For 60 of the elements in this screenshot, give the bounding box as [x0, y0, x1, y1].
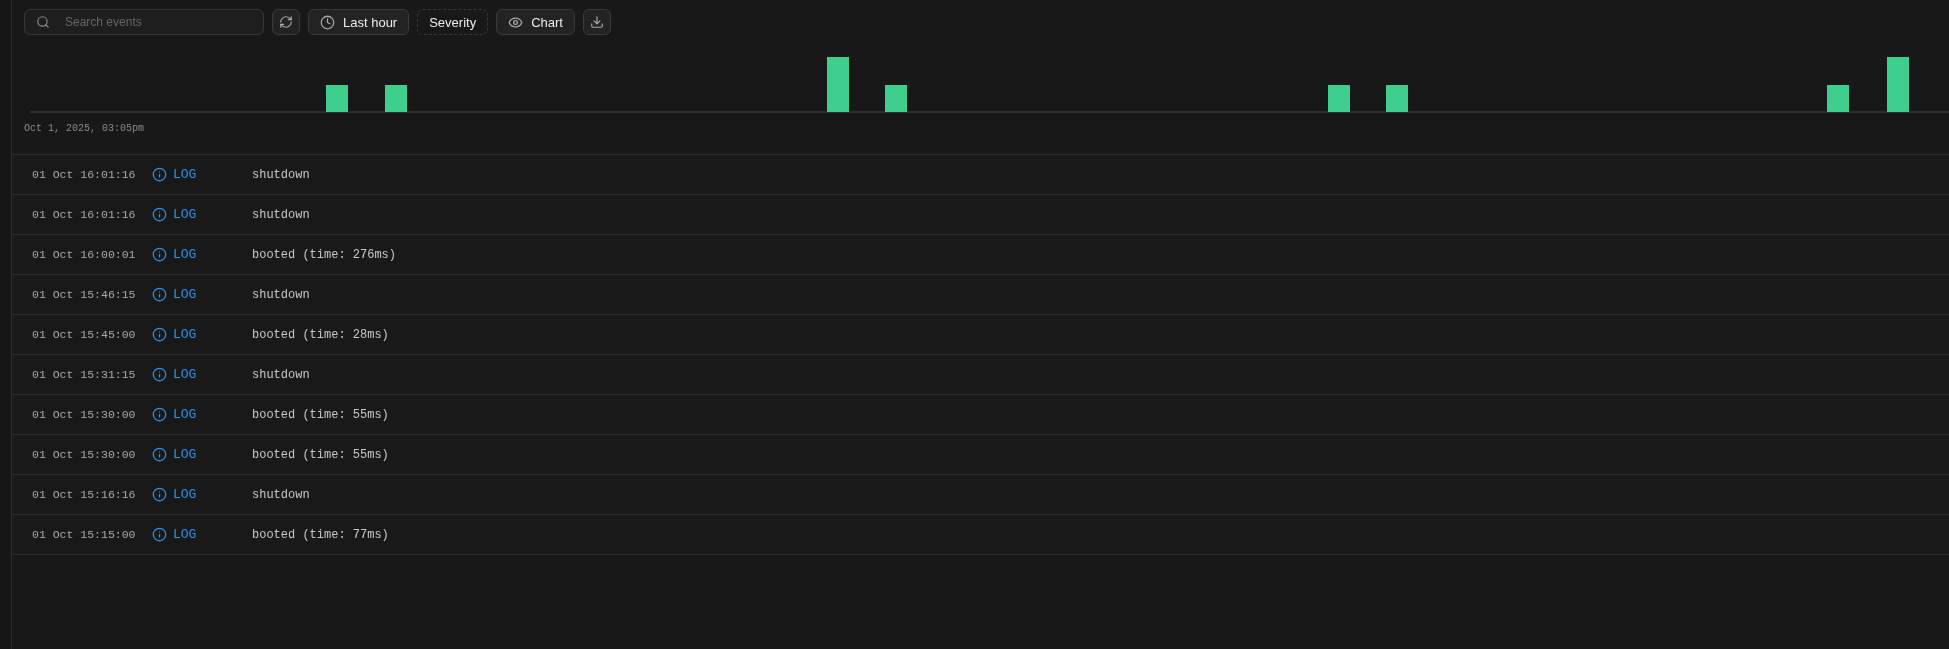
refresh-button[interactable] [272, 9, 300, 35]
event-level: LOG [173, 247, 197, 262]
histogram-bar [385, 85, 407, 112]
event-message: booted (time: 55ms) [252, 447, 389, 462]
event-time: 01 Oct 15:31:15 [32, 368, 137, 381]
event-time: 01 Oct 15:45:00 [32, 328, 137, 341]
info-icon [152, 247, 167, 262]
event-time: 01 Oct 16:00:01 [32, 248, 137, 261]
histogram-bar [1827, 85, 1849, 112]
event-time: 01 Oct 15:15:00 [32, 528, 137, 541]
severity-filter-button[interactable]: Severity [417, 9, 489, 35]
event-level: LOG [173, 407, 197, 422]
event-level: LOG [173, 287, 197, 302]
refresh-icon [279, 15, 293, 29]
histogram-bar [1887, 57, 1909, 112]
chart-toggle-button[interactable]: Chart [496, 9, 575, 35]
event-message: booted (time: 276ms) [252, 247, 397, 262]
event-message: booted (time: 55ms) [252, 407, 389, 422]
time-range-button[interactable]: Last hour [308, 9, 410, 35]
download-icon [589, 15, 604, 29]
histogram-bar [885, 85, 907, 112]
event-message: shutdown [252, 367, 310, 382]
event-level: LOG [173, 167, 197, 182]
event-time: 01 Oct 15:46:15 [32, 288, 137, 301]
event-message: shutdown [252, 287, 310, 302]
clock-icon [320, 14, 335, 30]
info-icon [152, 527, 167, 542]
info-icon [152, 367, 167, 382]
event-message: shutdown [252, 487, 310, 502]
search-icon [36, 15, 50, 29]
info-icon [152, 167, 167, 182]
event-message: booted (time: 77ms) [252, 527, 389, 542]
info-icon [152, 407, 167, 422]
info-icon [152, 487, 167, 502]
event-level: LOG [173, 207, 197, 222]
histogram-bar [827, 57, 849, 112]
event-level: LOG [173, 367, 197, 382]
histogram-bar [1328, 85, 1350, 112]
info-icon [152, 447, 167, 462]
event-level: LOG [173, 327, 197, 342]
event-time: 01 Oct 15:30:00 [32, 448, 137, 461]
event-message: booted (time: 28ms) [252, 327, 389, 342]
search-field[interactable]: Search events [24, 9, 264, 35]
event-level: LOG [173, 487, 197, 502]
info-icon [152, 207, 167, 222]
event-time: 01 Oct 15:16:16 [32, 488, 137, 501]
info-icon [152, 327, 167, 342]
event-time: 01 Oct 15:30:00 [32, 408, 137, 421]
eye-icon [508, 14, 524, 30]
histogram-bar [326, 85, 348, 112]
info-icon [152, 287, 167, 302]
chart-start-label: Oct 1, 2025, 03:05pm [24, 123, 146, 136]
event-level: LOG [173, 447, 197, 462]
event-time: 01 Oct 16:01:16 [32, 208, 137, 221]
event-message: shutdown [252, 167, 310, 182]
event-time: 01 Oct 16:01:16 [32, 168, 137, 181]
download-button[interactable] [582, 9, 611, 35]
event-level: LOG [173, 527, 197, 542]
event-message: shutdown [252, 207, 310, 222]
histogram-bar [1386, 85, 1408, 112]
